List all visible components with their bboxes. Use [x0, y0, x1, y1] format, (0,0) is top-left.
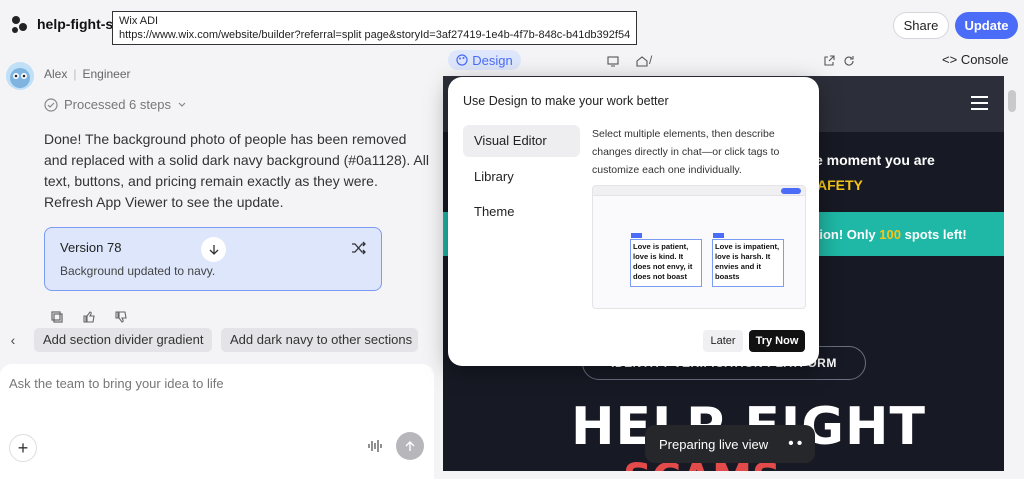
preview-mini-toolbar — [593, 186, 805, 196]
try-now-button[interactable]: Try Now — [749, 330, 805, 352]
author-line: Alex | Engineer — [44, 67, 131, 81]
arrow-up-icon — [405, 441, 415, 451]
preview-mini-button — [781, 188, 801, 194]
hero-heading: e moment you are — [815, 152, 935, 168]
popup-nav-library[interactable]: Library — [463, 161, 580, 193]
version-subtitle: Background updated to navy. — [60, 264, 216, 278]
author-role: Engineer — [82, 67, 131, 81]
loading-dots-icon: •• — [788, 435, 806, 452]
download-button[interactable] — [201, 237, 226, 262]
robot-avatar-icon — [10, 68, 30, 88]
suggestion-chip[interactable]: Add dark navy to other sections — [221, 328, 418, 352]
tab-design[interactable]: Design — [448, 50, 521, 70]
home-icon[interactable] — [636, 55, 648, 67]
shuffle-icon[interactable] — [351, 240, 367, 256]
hamburger-menu-icon[interactable] — [971, 96, 988, 114]
arrow-down-icon — [209, 244, 218, 255]
visual-editor-preview-image: Love is patient, love is kind. It does n… — [592, 185, 806, 309]
preview-card-left: Love is patient, love is kind. It does n… — [630, 239, 702, 287]
design-tab-label: Design — [472, 52, 513, 68]
refresh-icon[interactable] — [843, 55, 855, 67]
cta-suffix: spots left! — [900, 227, 967, 242]
monitor-icon[interactable] — [607, 55, 619, 67]
processed-label: Processed 6 steps — [64, 97, 171, 112]
hero-highlight: AFETY — [817, 177, 863, 193]
external-link-icon[interactable] — [823, 55, 835, 67]
tooltip-title: Wix ADI — [119, 15, 159, 27]
url-path[interactable]: / — [649, 53, 652, 67]
suggestion-chip[interactable]: Add section divider gradient — [34, 328, 213, 352]
preview-scrollbar[interactable] — [1004, 76, 1020, 471]
preview-tag — [631, 233, 642, 238]
later-button[interactable]: Later — [703, 330, 743, 352]
app-logo-icon[interactable] — [8, 14, 30, 36]
version-card[interactable]: Version 78 Background updated to navy. — [44, 227, 382, 291]
popup-nav-theme[interactable]: Theme — [463, 196, 580, 228]
popup-nav-visual-editor[interactable]: Visual Editor — [463, 125, 580, 157]
project-name[interactable]: help-fight-sc — [37, 16, 121, 32]
chevron-down-icon — [178, 102, 186, 107]
tab-console[interactable]: <> Console — [942, 52, 1009, 67]
code-icon: <> — [942, 52, 958, 67]
avatar — [6, 62, 34, 90]
thumbs-down-icon[interactable] — [114, 310, 128, 324]
popup-title: Use Design to make your work better — [463, 94, 669, 108]
share-button[interactable]: Share — [893, 12, 949, 39]
version-title: Version 78 — [60, 240, 122, 255]
palette-icon — [456, 54, 468, 66]
tooltip-url: https://www.wix.com/website/builder?refe… — [119, 29, 630, 41]
scroll-thumb[interactable] — [1008, 90, 1016, 112]
check-circle-icon — [44, 97, 58, 112]
popup-description: Select multiple elements, then describe … — [592, 128, 780, 176]
processed-steps-toggle[interactable]: Processed 6 steps — [44, 97, 187, 112]
suggestions-scroll-left[interactable]: ‹ — [4, 330, 22, 350]
preview-card-right: Love is impatient, love is harsh. It env… — [712, 239, 784, 287]
composer-input[interactable]: Ask the team to bring your idea to life — [9, 376, 224, 391]
assistant-message: Done! The background photo of people has… — [44, 131, 429, 210]
console-tab-label: Console — [960, 52, 1009, 67]
url-tooltip: Wix ADI https://www.wix.com/website/buil… — [112, 11, 637, 45]
copy-icon[interactable] — [50, 310, 64, 324]
send-button[interactable] — [396, 432, 424, 460]
cta-prefix: tion! Only — [815, 227, 880, 242]
design-onboarding-popup: Use Design to make your work better Visu… — [448, 77, 819, 366]
cta-text: tion! Only 100 spots left! — [815, 227, 967, 242]
add-attachment-button[interactable]: + — [9, 434, 37, 462]
live-status: Preparing live view — [659, 436, 769, 452]
thumbs-up-icon[interactable] — [82, 310, 96, 324]
live-view-toast: Preparing live view •• — [645, 425, 815, 463]
author-name: Alex — [44, 67, 68, 81]
preview-tag — [713, 233, 724, 238]
composer[interactable]: Ask the team to bring your idea to life … — [0, 364, 434, 479]
voice-wave-icon[interactable] — [368, 438, 382, 454]
cta-number: 100 — [879, 227, 901, 242]
update-button[interactable]: Update — [955, 12, 1018, 39]
